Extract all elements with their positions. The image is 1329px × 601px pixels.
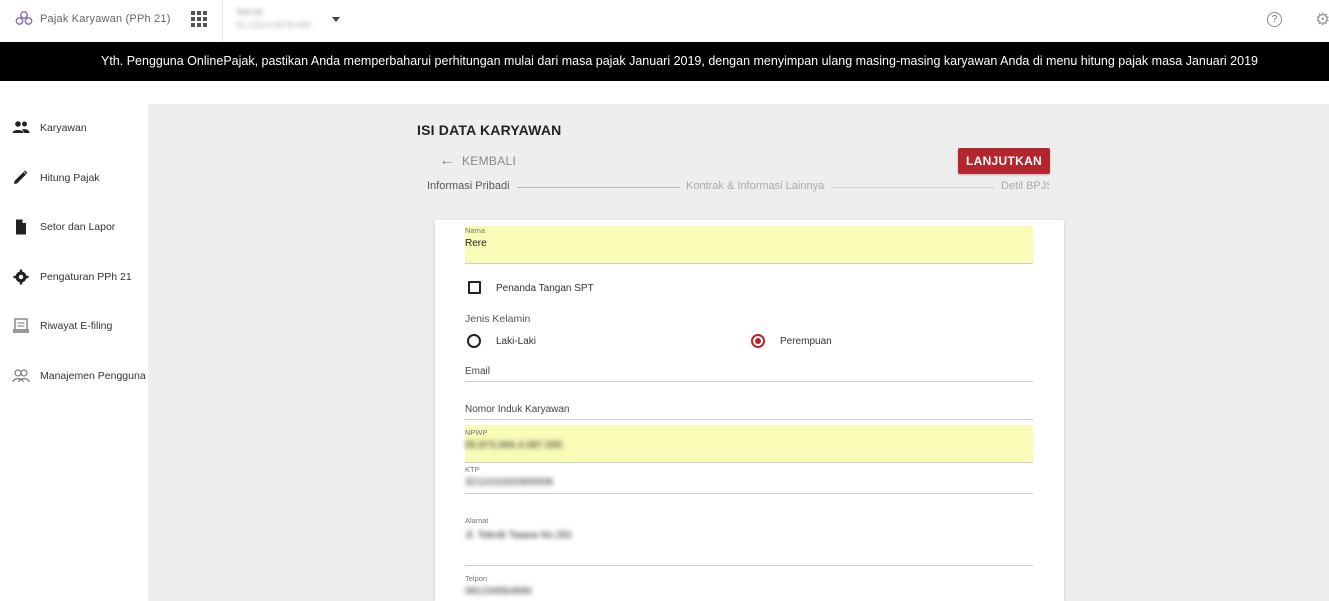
sidebar: Karyawan Hitung Pajak Setor dan Lapor Pe… xyxy=(0,81,148,601)
signer-checkbox-label: Penanda Tangan SPT xyxy=(496,283,594,294)
pencil-icon xyxy=(14,170,28,184)
page-title: ISI DATA KARYAWAN xyxy=(417,122,562,138)
form-stepper: Informasi Pribadi Kontrak & Informasi La… xyxy=(427,180,1049,194)
nama-field[interactable]: Nama Rere xyxy=(465,226,1033,264)
step-kontrak[interactable]: Kontrak & Informasi Lainnya xyxy=(686,180,824,192)
people-icon xyxy=(12,121,30,133)
sidebar-item-label: Setor dan Lapor xyxy=(40,221,116,233)
sidebar-item-pengaturan[interactable]: Pengaturan PPh 21 xyxy=(0,257,148,297)
topbar-divider xyxy=(222,0,223,42)
arrow-left-icon: ← xyxy=(439,152,455,169)
field-underline xyxy=(465,381,1033,382)
telpon-value[interactable]: 081234564890 xyxy=(465,586,532,597)
signer-checkbox[interactable] xyxy=(468,281,481,294)
ktp-field[interactable]: KTP 3211010202900006 xyxy=(465,463,1033,494)
nik-label: Nomor Induk Karyawan xyxy=(465,404,570,415)
nama-value[interactable]: Rere xyxy=(465,238,487,249)
radio-perempuan[interactable] xyxy=(751,334,765,348)
ktp-value[interactable]: 3211010202900006 xyxy=(465,477,553,488)
alamat-field[interactable]: Alamat Jl. Teknik Taawa No.281 xyxy=(465,516,1033,566)
help-icon[interactable]: ? xyxy=(1267,12,1282,27)
back-button-label: KEMBALI xyxy=(462,154,517,168)
email-field[interactable]: Email xyxy=(465,364,1033,382)
nama-label: Nama xyxy=(465,226,486,235)
npwp-field[interactable]: NPWP 05.873.066.4.087.000 xyxy=(465,425,1033,463)
history-icon xyxy=(13,318,29,333)
step-bpjs[interactable]: Detil BPJS xyxy=(1001,180,1049,192)
telpon-field[interactable]: Telpon 081234564890 xyxy=(465,574,1033,601)
apps-grid-icon[interactable] xyxy=(191,11,207,27)
ktp-label: KTP xyxy=(465,465,480,474)
app-logo-icon xyxy=(15,11,33,25)
document-icon xyxy=(16,219,26,235)
step-informasi-pribadi[interactable]: Informasi Pribadi xyxy=(427,180,510,192)
sidebar-item-setor-lapor[interactable]: Setor dan Lapor xyxy=(0,207,148,247)
sidebar-item-label: Pengaturan PPh 21 xyxy=(40,271,132,283)
company-switcher[interactable]: TeknIK 01.123.4.5678.000 xyxy=(236,7,346,33)
alamat-value[interactable]: Jl. Teknik Taawa No.281 xyxy=(465,530,572,541)
field-underline xyxy=(465,565,1033,566)
next-button[interactable]: LANJUTKAN xyxy=(958,148,1050,174)
field-underline xyxy=(465,263,1033,264)
app-name: Pajak Karyawan (PPh 21) xyxy=(40,13,171,25)
nik-field[interactable]: Nomor Induk Karyawan xyxy=(465,402,1033,420)
email-label: Email xyxy=(465,366,491,377)
radio-perempuan-label: Perempuan xyxy=(780,336,832,347)
field-underline xyxy=(465,419,1033,420)
employee-form-card: Nama Rere Penanda Tangan SPT Jenis Kelam… xyxy=(435,220,1064,601)
field-underline xyxy=(465,493,1033,494)
sidebar-item-label: Hitung Pajak xyxy=(40,172,100,184)
sidebar-item-hitung-pajak[interactable]: Hitung Pajak xyxy=(0,158,148,198)
sidebar-item-manajemen-pengguna[interactable]: Manajemen Pengguna xyxy=(0,356,148,396)
chevron-down-icon xyxy=(332,17,340,22)
announcement-banner: Yth. Pengguna OnlinePajak, pastikan Anda… xyxy=(0,42,1329,81)
npwp-label: NPWP xyxy=(465,428,488,437)
step-connector xyxy=(831,187,994,188)
telpon-label: Telpon xyxy=(465,574,488,583)
radio-laki-laki[interactable] xyxy=(467,334,481,348)
settings-icon[interactable]: ⚙ xyxy=(1315,11,1329,28)
sidebar-item-riwayat-efiling[interactable]: Riwayat E-filing xyxy=(0,306,148,346)
alamat-label: Alamat xyxy=(465,516,489,525)
gear-icon xyxy=(13,269,29,285)
gender-label: Jenis Kelamin xyxy=(465,313,531,325)
company-npwp: 01.123.4.5678.000 xyxy=(236,20,312,30)
sidebar-item-label: Manajemen Pengguna xyxy=(40,370,146,382)
users-manage-icon xyxy=(12,369,30,383)
main-content: ISI DATA KARYAWAN ← KEMBALI LANJUTKAN In… xyxy=(148,104,1329,601)
radio-laki-laki-label: Laki-Laki xyxy=(496,336,537,347)
top-bar: Pajak Karyawan (PPh 21) TeknIK 01.123.4.… xyxy=(0,0,1329,42)
npwp-value[interactable]: 05.873.066.4.087.000 xyxy=(465,440,562,451)
sidebar-item-label: Riwayat E-filing xyxy=(40,320,113,332)
sidebar-item-label: Karyawan xyxy=(40,122,87,134)
company-name: TeknIK xyxy=(236,7,264,17)
step-connector xyxy=(517,187,680,188)
sidebar-item-karyawan[interactable]: Karyawan xyxy=(0,108,148,148)
